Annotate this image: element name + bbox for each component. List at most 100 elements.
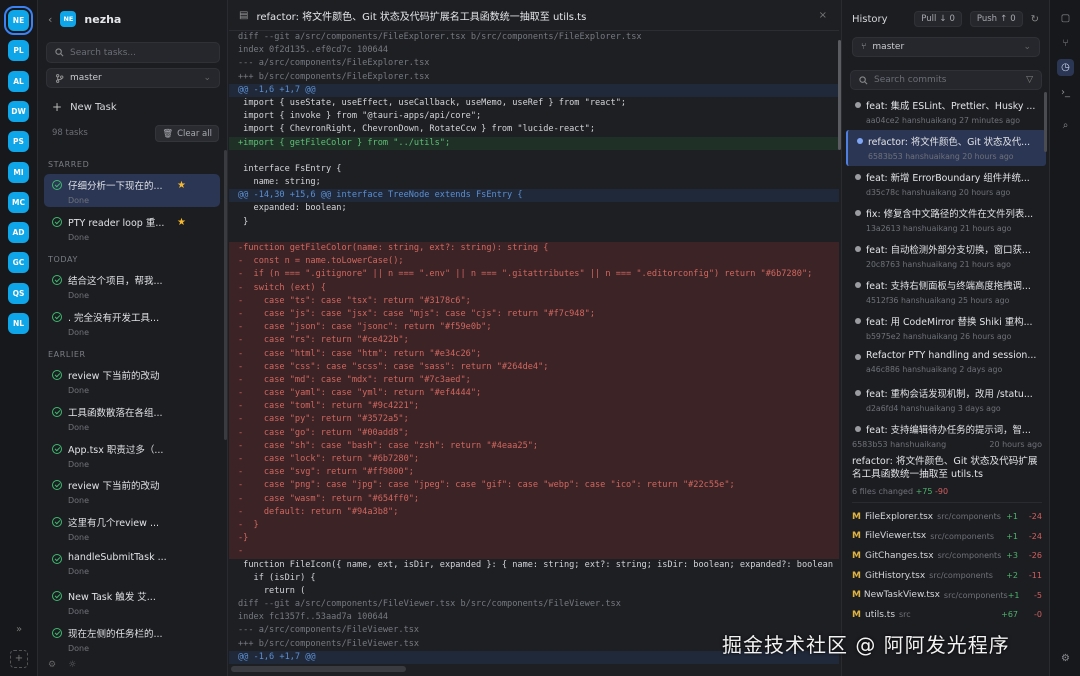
clear-all-button[interactable]: 🗑 Clear all [155, 125, 219, 142]
file-tree-icon[interactable]: ▢ [1057, 10, 1074, 27]
search-icon[interactable]: ⌕ [1057, 117, 1074, 134]
commit-row[interactable]: fix: 修复含中文路径的文件在文件列表... 13a2613 hanshuaik… [846, 202, 1046, 238]
workspace-nl[interactable]: NL [8, 313, 29, 334]
commit-message: feat: 自动检测外部分支切换，窗口获... [866, 245, 1031, 256]
workspace-ne[interactable]: NE [4, 6, 33, 35]
workspace-qs[interactable]: QS [8, 282, 29, 304]
star-icon[interactable]: ★ [177, 217, 186, 228]
task-item[interactable]: App.tsx 职责过多（... Done [44, 438, 220, 471]
workspace-ps[interactable]: PS [8, 131, 29, 153]
task-item[interactable]: 结合这个项目，帮我... Done [44, 269, 220, 302]
task-item[interactable]: 这里有几个review ... Done [44, 511, 220, 544]
task-status: Done [68, 496, 90, 506]
file-additions: +1 [1006, 531, 1018, 541]
commit-meta: d35c78c hanshuaikang 20 hours ago [866, 188, 1011, 197]
commit-message: feat: 支持编辑待办任务的提示词，智... [866, 425, 1031, 436]
task-item[interactable]: . 完全没有开发工具... Done [44, 306, 220, 339]
task-item[interactable]: handleSubmitTask ... Done [44, 548, 220, 581]
file-deletions: -0 [1034, 610, 1042, 620]
history-icon[interactable]: ◷ [1057, 59, 1074, 76]
commit-row[interactable]: feat: 重构会话发现机制，改用 /statu... d2a6fd4 hansh… [846, 382, 1046, 418]
chevron-down-icon: ⌄ [203, 73, 211, 83]
workspace-al[interactable]: AL [8, 70, 29, 92]
task-status: Done [68, 232, 90, 242]
task-item[interactable]: review 下当前的改动 Done [44, 364, 220, 397]
diff-line: +++ b/src/components/FileExplorer.tsx [238, 71, 430, 82]
refresh-icon[interactable]: ↻ [1031, 14, 1039, 25]
filter-icon[interactable]: ▽ [1026, 75, 1033, 85]
search-tasks-input[interactable]: Search tasks... [46, 42, 220, 63]
add-workspace-button[interactable]: + [0, 650, 38, 668]
arrow-up-icon: ↑ [1000, 14, 1008, 24]
theme-icon[interactable]: ☼ [68, 660, 76, 670]
expand-icon[interactable]: » [0, 624, 38, 635]
task-item[interactable]: PTY reader loop 重... Done ★ [44, 211, 220, 244]
clear-all-label: Clear all [177, 128, 212, 139]
push-button[interactable]: Push ↑ 0 [969, 11, 1023, 27]
horizontal-scrollbar[interactable] [229, 666, 839, 672]
diff-line: - [229, 545, 839, 559]
task-title: review 下当前的改动 [68, 481, 160, 493]
file-additions: +67 [1001, 610, 1018, 620]
task-title: App.tsx 职责过多（... [68, 444, 164, 456]
file-name: GitHistory.tsx [865, 570, 926, 581]
task-item[interactable]: New Task 触发 艾... Done [44, 585, 220, 618]
commit-message: feat: 用 CodeMirror 替换 Shiki 重构... [866, 317, 1033, 328]
task-item[interactable]: 现在左侧的任务栏的... Done [44, 622, 220, 655]
workspace-mi[interactable]: MI [8, 161, 29, 183]
task-status: Done [68, 643, 90, 653]
commit-row[interactable]: feat: 用 CodeMirror 替换 Shiki 重构... b5975e2… [846, 310, 1046, 346]
commit-row[interactable]: feat: 新增 ErrorBoundary 组件并统... d35c78c ha… [846, 166, 1046, 202]
commit-row[interactable]: Refactor PTY handling and session... a46c… [846, 346, 1046, 382]
changed-file-row[interactable]: M FileViewer.tsx src/components +1 -24 [852, 527, 1042, 547]
commit-dot-icon [855, 210, 861, 216]
changed-file-row[interactable]: M FileExplorer.tsx src/components +1 -24 [852, 507, 1042, 527]
commit-row[interactable]: refactor: 将文件颜色、Git 状态及代... 6583b53 hansh… [846, 130, 1046, 166]
file-status: M [852, 590, 861, 601]
commit-message: feat: 重构会话发现机制，改用 /statu... [866, 389, 1033, 400]
commit-row[interactable]: feat: 支持右侧面板与终端高度拖拽调... 4512f36 hanshuaik… [846, 274, 1046, 310]
commit-row[interactable]: feat: 自动检测外部分支切换，窗口获... 20c8763 hanshuaik… [846, 238, 1046, 274]
settings-icon[interactable]: ⚙ [48, 660, 56, 670]
section-starred: STARRED [48, 160, 90, 169]
commits-scrollbar[interactable] [1044, 92, 1047, 152]
workspace-ad[interactable]: AD [8, 222, 29, 244]
changed-file-row[interactable]: M NewTaskView.tsx src/components +1 -5 [852, 585, 1042, 605]
commit-dot-icon [855, 102, 861, 108]
task-item[interactable]: 工具函数散落在各组... Done [44, 401, 220, 434]
star-icon[interactable]: ★ [177, 180, 186, 191]
branch-select[interactable]: master ⌄ [46, 68, 220, 88]
chevron-down-icon: ⌄ [1023, 42, 1031, 52]
changed-file-row[interactable]: Mutils.ts src +67 -0 [852, 605, 1042, 625]
terminal-icon[interactable]: ›_ [1057, 84, 1074, 101]
diff-tab[interactable]: ▤ refactor: 将文件颜色、Git 状态及代码扩展名工具函数统一抽取至 … [229, 0, 839, 31]
new-task-button[interactable]: + New Task [52, 100, 117, 114]
settings-icon[interactable]: ⚙ [1057, 650, 1074, 667]
close-icon[interactable]: × [819, 10, 827, 21]
git-branch-icon[interactable]: ⑂ [1057, 35, 1074, 52]
commit-dot-icon [855, 246, 861, 252]
task-title: PTY reader loop 重... [68, 217, 165, 229]
diff-line: - case "html": case "htm": return "#e34c… [229, 347, 839, 361]
diff-line: import { invoke } from "@tauri-apps/api/… [238, 111, 482, 122]
task-status: Done [68, 386, 90, 395]
changed-file-row[interactable]: M GitChanges.tsx src/components +3 -26 [852, 546, 1042, 566]
history-branch-select[interactable]: ⑂ master ⌄ [852, 37, 1040, 57]
diff-content[interactable]: diff --git a/src/components/FileExplorer… [229, 31, 839, 664]
workspace-gc[interactable]: GC [8, 252, 29, 274]
file-deletions: -24 [1028, 512, 1042, 522]
task-item[interactable]: 仔细分析一下现在的... Done ★ [44, 174, 220, 207]
file-status: M [852, 570, 861, 581]
workspace-pl[interactable]: PL [8, 40, 29, 62]
diff-line: - case "png": case "jpg": case "jpeg": c… [229, 479, 839, 493]
changed-file-row[interactable]: M GitHistory.tsx src/components +2 -11 [852, 566, 1042, 586]
search-commits-input[interactable]: Search commits ▽ [850, 70, 1042, 90]
back-chevron-icon[interactable]: ‹ [48, 13, 52, 26]
commit-row[interactable]: feat: 集成 ESLint、Prettier、Husky ... aa04ce… [846, 94, 1046, 130]
workspace-mc[interactable]: MC [8, 191, 29, 213]
task-item[interactable]: review 下当前的改动 Done [44, 474, 220, 507]
workspace-dw[interactable]: DW [8, 100, 29, 122]
file-additions: +1 [1006, 512, 1018, 522]
pull-button[interactable]: Pull ↓ 0 [914, 11, 962, 27]
sidebar-scrollbar[interactable] [224, 150, 227, 440]
